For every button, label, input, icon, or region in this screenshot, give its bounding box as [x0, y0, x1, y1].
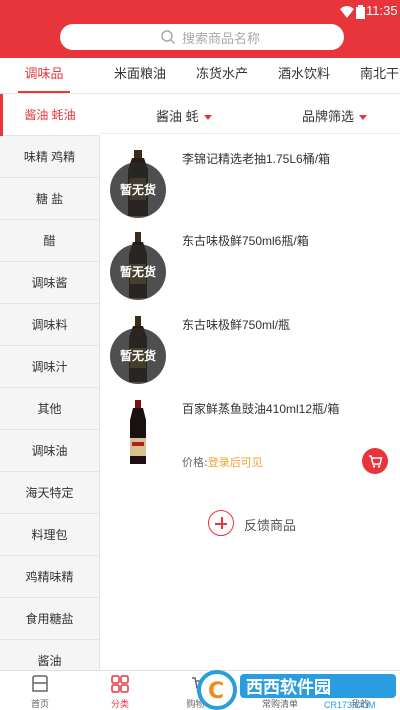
tab-rice-oil[interactable]: 米面粮油	[98, 58, 182, 94]
nav-category-label: 分类	[110, 700, 129, 710]
product-name: 东古味极鲜750ml6瓶/箱	[182, 234, 309, 248]
caret-down-icon	[359, 115, 368, 121]
sidebar-item[interactable]: 糖 盐	[0, 178, 100, 220]
tab-seasoning[interactable]: 调味品	[16, 58, 72, 94]
header: 搜索商品名称	[0, 24, 400, 58]
sidebar-item[interactable]: 食用糖盐	[0, 598, 100, 640]
caret-down-icon	[203, 115, 212, 121]
nav-home[interactable]: 首页	[0, 671, 80, 710]
nav-category[interactable]: 分类	[80, 671, 160, 710]
filter-bar: 酱油 蚝 品牌筛选	[100, 94, 400, 134]
tab-dried-goods[interactable]: 南北干货	[344, 58, 400, 94]
sold-out-badge: 暂无货	[110, 328, 166, 384]
sidebar-item[interactable]: 海天特定	[0, 472, 100, 514]
search-input[interactable]: 搜索商品名称	[60, 24, 344, 50]
status-bar: 11:35	[0, 0, 400, 24]
home-icon	[32, 675, 48, 692]
sold-out-badge: 暂无货	[110, 162, 166, 218]
plus-icon	[208, 510, 234, 536]
sidebar-item[interactable]: 醋	[0, 220, 100, 262]
sidebar-item[interactable]: 调味酱	[0, 262, 100, 304]
battery-icon	[356, 5, 365, 19]
sidebar-item[interactable]: 调味汁	[0, 346, 100, 388]
product-item[interactable]: 暂无货 东古味极鲜750ml6瓶/箱	[100, 222, 400, 306]
product-name: 李锦记精选老抽1.75L6桶/箱	[182, 152, 331, 166]
feedback-label: 反馈商品	[244, 518, 297, 533]
product-name: 百家鲜蒸鱼豉油410ml12瓶/箱	[182, 402, 340, 416]
grid-icon	[111, 675, 129, 693]
category-filter-label: 酱油 蚝	[156, 109, 199, 124]
sidebar-item[interactable]: 调味油	[0, 430, 100, 472]
search-placeholder: 搜索商品名称	[182, 31, 261, 46]
sidebar-item[interactable]: 其他	[0, 388, 100, 430]
watermark-text: 西西软件园	[246, 677, 331, 698]
sidebar-item[interactable]: 料理包	[0, 514, 100, 556]
brand-filter[interactable]: 品牌筛选	[302, 106, 368, 125]
svg-text:C: C	[208, 679, 224, 704]
status-time: 11:35	[366, 3, 398, 18]
tab-drinks[interactable]: 酒水饮料	[262, 58, 346, 94]
sidebar: 酱油 蚝油 味精 鸡精 糖 盐 醋 调味酱 调味料 调味汁 其他 调味油 海天特…	[0, 94, 100, 670]
wifi-icon	[340, 6, 354, 18]
tab-frozen[interactable]: 冻货水产	[180, 58, 264, 94]
sidebar-item-soy-oyster[interactable]: 酱油 蚝油	[0, 94, 100, 136]
category-filter[interactable]: 酱油 蚝	[156, 106, 212, 125]
watermark-url: CR173.COM	[324, 700, 376, 710]
product-item[interactable]: 百家鲜蒸鱼豉油410ml12瓶/箱 价格:登录后可见	[100, 390, 400, 474]
sidebar-item[interactable]: 调味料	[0, 304, 100, 346]
product-item[interactable]: 暂无货 李锦记精选老抽1.75L6桶/箱	[100, 140, 400, 224]
sidebar-item[interactable]: 味精 鸡精	[0, 136, 100, 178]
search-icon	[161, 30, 176, 45]
price-row: 价格:登录后可见	[182, 454, 263, 470]
sold-out-badge: 暂无货	[110, 244, 166, 300]
product-name: 东古味极鲜750ml/瓶	[182, 318, 291, 332]
price-label: 价格:	[182, 456, 208, 469]
add-to-cart-button[interactable]	[362, 448, 388, 474]
watermark-logo: C 西西软件园 CR173.COM	[197, 670, 396, 710]
login-to-view-link[interactable]: 登录后可见	[208, 456, 263, 469]
brand-filter-label: 品牌筛选	[302, 109, 355, 124]
sidebar-item[interactable]: 酱油	[0, 640, 100, 670]
product-item[interactable]: 暂无货 东古味极鲜750ml/瓶	[100, 306, 400, 390]
category-tabs: 调味品 米面粮油 冻货水产 酒水饮料 南北干货	[0, 58, 400, 94]
product-image-fish-sauce-bottle	[130, 400, 146, 464]
product-panel: 酱油 蚝 品牌筛选 暂无货 李锦记精选老抽1.75L6桶/箱 暂无货 东古味极鲜…	[100, 94, 400, 670]
nav-home-label: 首页	[30, 700, 49, 710]
cart-icon	[369, 455, 383, 468]
sidebar-item[interactable]: 鸡精味精	[0, 556, 100, 598]
